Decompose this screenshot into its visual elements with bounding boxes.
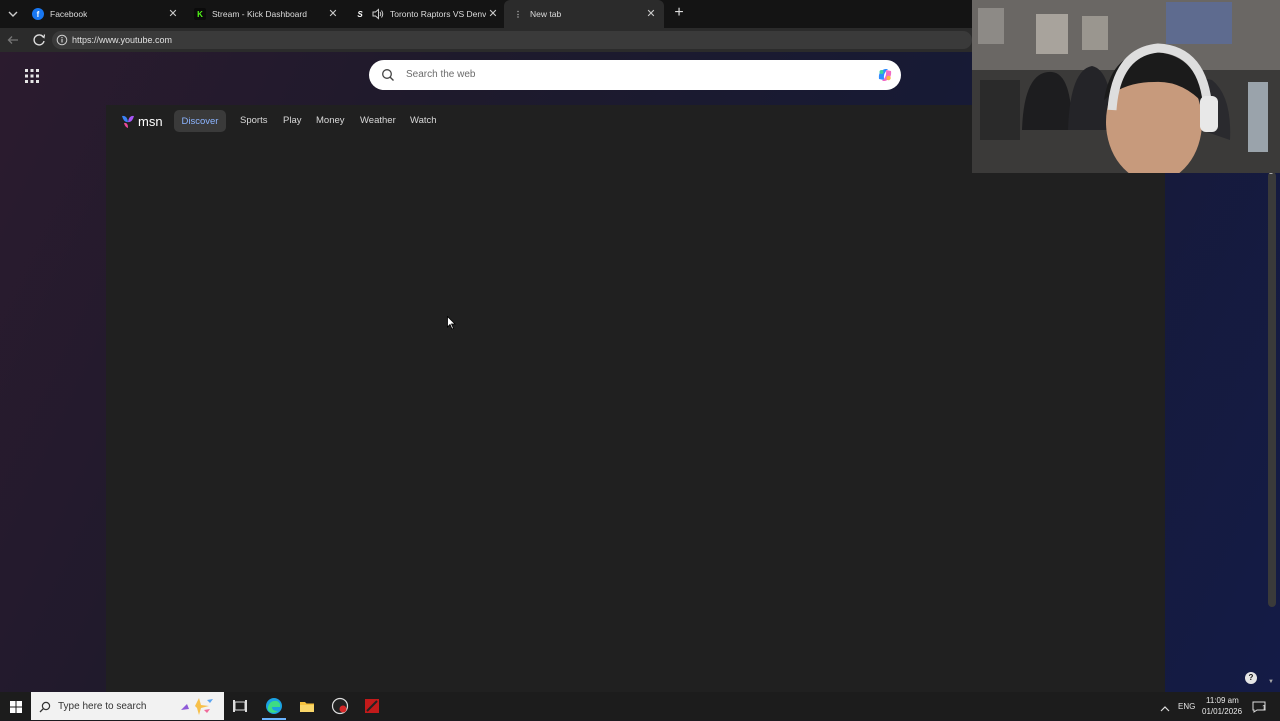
tab-raptors-stream[interactable]: S Toronto Raptors VS Denver N ✕ — [346, 0, 506, 28]
windows-taskbar: Type here to search ENG 11:09 am 01/01/2… — [0, 692, 1280, 720]
game-app-icon[interactable] — [363, 697, 381, 715]
msn-logo[interactable]: msn — [120, 112, 163, 130]
search-highlights-icon — [177, 696, 217, 716]
nav-play[interactable]: Play — [283, 115, 301, 126]
new-tab-plus-icon[interactable]: + — [671, 5, 687, 21]
tab-title: Toronto Raptors VS Denver N — [390, 9, 495, 19]
obs-like-app-icon[interactable] — [331, 697, 349, 715]
clock-date[interactable]: 01/01/2026 — [1202, 707, 1242, 716]
msn-logo-text: msn — [138, 113, 163, 129]
close-icon[interactable]: ✕ — [166, 7, 180, 21]
taskbar-search-box[interactable]: Type here to search — [31, 692, 224, 720]
facebook-icon: f — [32, 8, 44, 20]
loading-spinner-icon[interactable] — [32, 33, 46, 47]
nav-label: Discover — [181, 115, 219, 127]
address-bar[interactable]: https://www.youtube.com — [52, 31, 972, 49]
nav-discover[interactable]: Discover — [174, 110, 226, 132]
apps-launcher-icon[interactable] — [25, 69, 39, 83]
web-search-box[interactable]: Search the web — [369, 60, 901, 90]
kick-icon: K — [194, 8, 206, 20]
nav-watch[interactable]: Watch — [410, 115, 437, 126]
file-explorer-icon[interactable] — [298, 697, 316, 715]
webcam-overlay — [972, 0, 1280, 173]
search-placeholder: Search the web — [406, 69, 476, 80]
nav-money[interactable]: Money — [316, 115, 345, 126]
tab-kick-dashboard[interactable]: K Stream - Kick Dashboard ✕ — [186, 0, 346, 28]
nav-weather[interactable]: Weather — [360, 115, 396, 126]
info-icon[interactable] — [56, 34, 68, 46]
task-view-icon[interactable] — [231, 697, 249, 715]
newtab-icon: ⋮ — [514, 9, 522, 19]
language-indicator[interactable]: ENG — [1178, 702, 1195, 711]
mouse-cursor-icon — [447, 315, 457, 330]
search-icon — [381, 68, 395, 82]
close-icon[interactable]: ✕ — [486, 7, 500, 21]
close-icon[interactable]: ✕ — [644, 7, 658, 21]
msn-feed-panel — [106, 105, 1165, 692]
tab-title: New tab — [530, 9, 562, 19]
stream-icon: S — [357, 9, 363, 19]
tab-title: Facebook — [50, 9, 88, 19]
edge-browser-icon[interactable] — [264, 697, 284, 715]
msn-butterfly-icon — [122, 115, 134, 128]
copilot-icon[interactable] — [875, 65, 895, 85]
page-scrollbar[interactable] — [1268, 172, 1276, 607]
tab-facebook[interactable]: f Facebook ✕ — [24, 0, 186, 28]
tab-actions-chevron-icon[interactable] — [6, 7, 20, 21]
taskbar-search-placeholder: Type here to search — [58, 701, 147, 712]
back-arrow-icon[interactable] — [6, 33, 20, 47]
close-icon[interactable]: ✕ — [326, 7, 340, 21]
clock-time[interactable]: 11:09 am — [1206, 696, 1239, 705]
speaker-icon[interactable] — [372, 8, 384, 20]
windows-start-icon[interactable] — [10, 700, 22, 713]
search-icon — [39, 700, 51, 713]
tab-title: Stream - Kick Dashboard — [212, 9, 307, 19]
url-text[interactable]: https://www.youtube.com — [72, 35, 172, 45]
notification-count: 1 — [1262, 705, 1266, 712]
tab-new-tab[interactable]: ⋮ New tab ✕ — [504, 0, 664, 28]
help-icon[interactable]: ? — [1245, 672, 1257, 684]
tray-chevron-up-icon[interactable] — [1160, 701, 1170, 712]
nav-sports[interactable]: Sports — [240, 115, 267, 126]
scroll-down-arrow-icon[interactable]: ▼ — [1268, 679, 1274, 685]
